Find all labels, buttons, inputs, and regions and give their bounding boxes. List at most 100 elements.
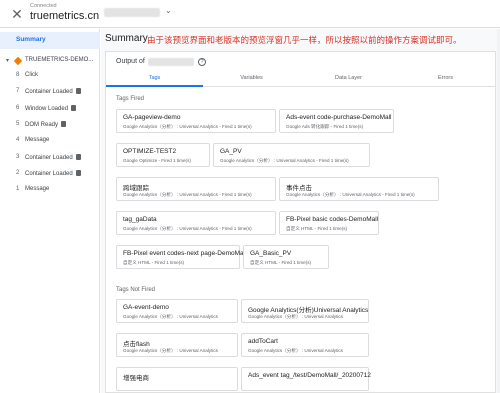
connected-domain: truemetrics.cn (30, 10, 100, 22)
event-sidebar: Summary ▾ TRUEMETRICS-DEMO... 8 Click 7 Con… (0, 29, 100, 393)
event-label: Message (25, 137, 49, 143)
sidebar-event-item[interactable]: 7 Container Loaded (0, 85, 100, 99)
sidebar-container-header[interactable]: ▾ TRUEMETRICS-DEMO... (0, 54, 100, 68)
sidebar-item-summary[interactable]: Summary (0, 32, 100, 49)
sidebar-event-item[interactable]: 5 DOM Ready (0, 118, 100, 132)
event-label-text: Message (25, 137, 50, 144)
tag-subtitle: Google Optimize - Fired 1 time(s) (123, 158, 191, 163)
event-number: 3 (16, 153, 20, 160)
tag-subtitle: 自定义 HTML - Fired 1 time(s) (250, 260, 312, 265)
close-icon[interactable]: ✕ (10, 7, 24, 21)
tag-card-fired[interactable]: GA-pageview-demo Google Analytics（分析） : … (116, 109, 276, 133)
event-label: Message (25, 186, 49, 192)
collapse-arrow-icon[interactable]: ▾ (6, 57, 9, 64)
document-icon (61, 120, 67, 127)
tag-subtitle: Google Ads 转化跟踪 - Fired 1 time(s) (286, 124, 364, 129)
sidebar-event-item[interactable]: 2 Container Loaded (0, 167, 100, 181)
tag-card-not-fired[interactable]: Google Analytics(分析)Universal Analytics … (241, 299, 369, 323)
event-label: Window Loaded (25, 104, 77, 112)
event-number: 1 (16, 186, 20, 193)
event-label: Container Loaded (25, 169, 81, 177)
main-content: Summary 由于该预览界面和老版本的预览浮窗几乎一样，所以按照以前的操作方案… (101, 29, 500, 393)
tab-data-layer[interactable]: Data Layer (300, 71, 397, 87)
tag-card-fired[interactable]: 事件点击 Google Analytics（分析） : Universal An… (279, 177, 439, 201)
event-label-text: Container Loaded (25, 89, 73, 96)
event-number: 4 (16, 137, 20, 144)
tag-title: Ads_event tag_/test/DemoMall/_20200712 (248, 372, 371, 379)
tag-title: 事件点击 (286, 185, 312, 192)
help-icon[interactable]: ? (198, 58, 206, 66)
tag-subtitle: Google Analytics（分析） : Universal Analyti… (123, 348, 218, 353)
tag-card-not-fired[interactable]: Ads_event tag_/test/DemoMall/_20200712 (241, 367, 371, 391)
tag-subtitle: Google Analytics（分析） : Universal Analyti… (123, 192, 252, 197)
sidebar-event-item[interactable]: 3 Container Loaded (0, 151, 100, 165)
tags-fired-title: Tags Fired (116, 96, 145, 102)
tag-card-fired[interactable]: tag_gaData Google Analytics（分析） : Univer… (116, 211, 276, 235)
tag-card-fired[interactable]: OPTIMIZE-TEST2 Google Optimize - Fired 1… (116, 143, 210, 167)
chevron-down-icon[interactable]: ⌄ (165, 6, 172, 15)
tab-tags[interactable]: Tags (106, 71, 203, 87)
tag-title: FB-Pixel basic codes-DemoMall (286, 216, 379, 223)
event-label-text: Message (25, 186, 50, 193)
sidebar-event-item[interactable]: 1 Message (0, 183, 100, 197)
tags-not-fired-title: Tags Not Fired (116, 287, 156, 293)
tag-card-fired[interactable]: GA_Basic_PV 自定义 HTML - Fired 1 time(s) (243, 245, 329, 269)
tag-title: tag_gaData (123, 216, 157, 223)
tab-errors[interactable]: Errors (397, 71, 494, 87)
tag-manager-logo-icon (13, 56, 23, 66)
event-label-text: Container Loaded (25, 154, 73, 161)
tag-card-fired[interactable]: FB-Pixel event codes-next page-DemoMall … (116, 245, 247, 269)
output-of-label: Output of (116, 58, 145, 65)
page-title: Summary (105, 33, 148, 44)
event-label: Container Loaded (25, 88, 81, 95)
tag-title: Google Analytics(分析)Universal Analytics (248, 307, 369, 314)
tag-title: FB-Pixel event codes-next page-DemoMall (123, 250, 247, 257)
tab-bar: Tags Variables Data Layer Errors (106, 71, 495, 87)
event-label-text: DOM Ready (25, 121, 59, 128)
tag-title: GA-event-demo (123, 304, 169, 311)
event-label: Click (25, 72, 38, 78)
tab-variables[interactable]: Variables (203, 71, 300, 87)
tag-title: OPTIMIZE-TEST2 (123, 148, 177, 155)
event-number: 7 (16, 88, 20, 95)
tag-title: GA-pageview-demo (123, 114, 181, 121)
connection-status-label: Connected (30, 3, 57, 9)
annotation-text: 由于该预览界面和老版本的预览浮窗几乎一样，所以按照以前的操作方案调试即可。 (147, 35, 462, 45)
event-label-text: Container Loaded (25, 170, 73, 177)
sidebar-event-item[interactable]: 4 Message (0, 134, 100, 148)
document-icon (71, 104, 77, 111)
event-label: DOM Ready (25, 120, 67, 128)
tag-title: 增强电商 (123, 375, 149, 382)
tag-card-not-fired[interactable]: GA-event-demo Google Analytics（分析） : Uni… (116, 299, 238, 323)
tag-title: Ads-event code-purchase-DemoMall (286, 114, 392, 121)
tag-title: GA_Basic_PV (250, 250, 292, 257)
tag-card-not-fired[interactable]: 点击flash Google Analytics（分析） : Universal… (116, 333, 238, 357)
tag-subtitle: Google Analytics（分析） : Universal Analyti… (220, 158, 349, 163)
tag-title: GA_PV (220, 148, 242, 155)
tag-card-not-fired[interactable]: addToCart Google Analytics（分析） : Univers… (241, 333, 369, 357)
tag-title: addToCart (248, 338, 278, 345)
tag-card-not-fired[interactable]: 增强电商 (116, 367, 238, 391)
tag-card-fired[interactable]: FB-Pixel basic codes-DemoMall 自定义 HTML -… (279, 211, 379, 235)
event-label: Container Loaded (25, 153, 81, 161)
tag-title: 跨域跟踪 (123, 185, 149, 192)
event-number: 2 (16, 169, 20, 176)
tag-card-fired[interactable]: 跨域跟踪 Google Analytics（分析） : Universal An… (116, 177, 276, 201)
document-icon (75, 153, 81, 160)
event-label-text: Window Loaded (25, 105, 69, 112)
sidebar-event-item[interactable]: 6 Window Loaded (0, 102, 100, 116)
tag-subtitle: Google Analytics（分析） : Universal Analyti… (286, 192, 415, 197)
event-number: 6 (16, 104, 20, 111)
redacted-output-id (148, 58, 194, 66)
sidebar-event-item[interactable]: 8 Click (0, 69, 100, 83)
tag-subtitle: Google Analytics（分析） : Universal Analyti… (123, 314, 218, 319)
tag-subtitle: 自定义 HTML - Fired 1 time(s) (286, 226, 348, 231)
output-panel: Output of ? Tags Variables Data Layer Er… (105, 51, 496, 393)
top-bar: ✕ Connected truemetrics.cn ⌄ (0, 0, 500, 28)
tag-card-fired[interactable]: Ads-event code-purchase-DemoMall Google … (279, 109, 394, 133)
sidebar-summary-label: Summary (16, 36, 46, 43)
tag-card-fired[interactable]: GA_PV Google Analytics（分析） : Universal A… (213, 143, 370, 167)
tag-title: 点击flash (123, 341, 150, 348)
document-icon (75, 88, 81, 95)
sidebar-container-label: TRUEMETRICS-DEMO... (25, 57, 94, 63)
